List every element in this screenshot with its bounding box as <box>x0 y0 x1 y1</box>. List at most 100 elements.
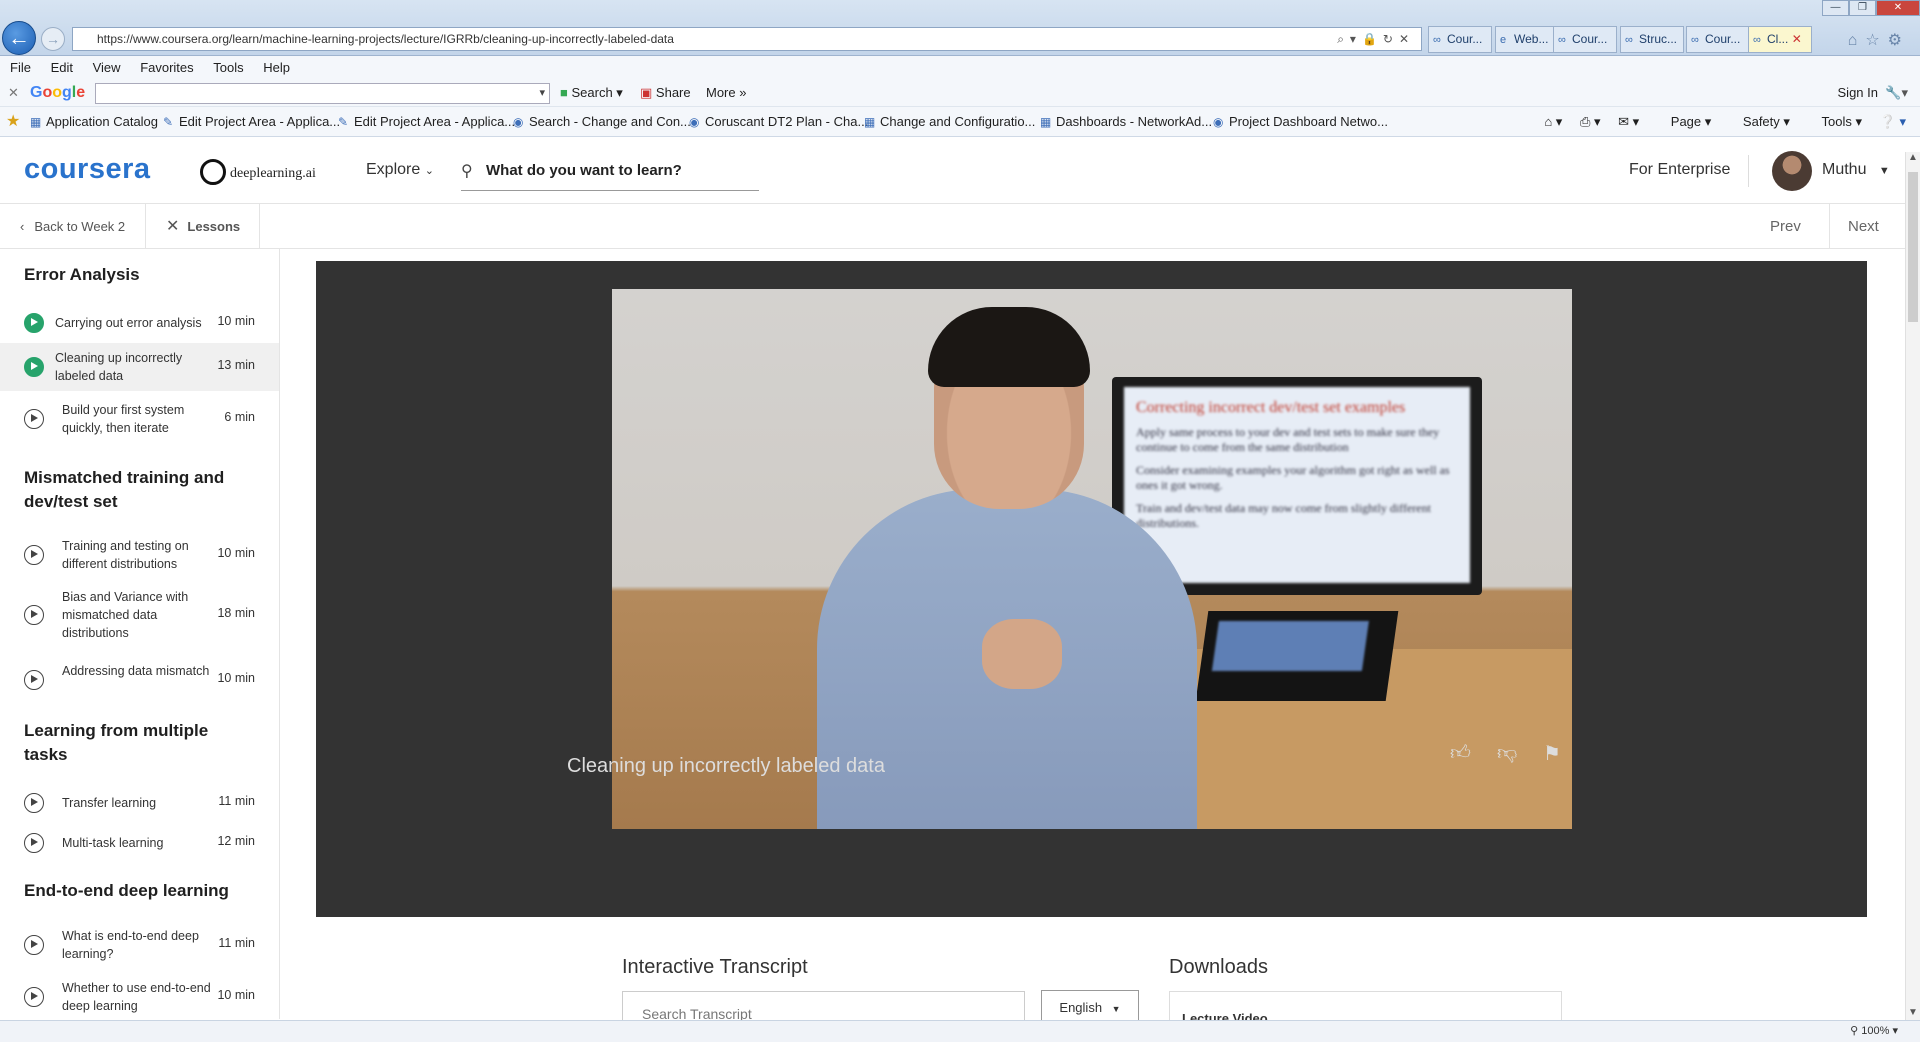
flag-icon[interactable]: ⚑ <box>1543 741 1561 766</box>
page-menu[interactable]: Page ▾ <box>1657 114 1712 129</box>
tab-close-icon[interactable]: ✕ <box>1792 32 1802 46</box>
caret-down-icon: ▼ <box>1111 1004 1121 1014</box>
downloads-heading: Downloads <box>1169 956 1268 978</box>
google-search-input[interactable] <box>95 83 550 104</box>
settings-gear-icon[interactable]: ⚙ <box>1888 32 1910 49</box>
prev-button[interactable]: Prev <box>1770 204 1830 249</box>
google-more-button[interactable]: More » <box>706 79 746 107</box>
lesson-duration: 10 min <box>217 988 255 1002</box>
tab-favicon-icon: ∞ <box>1433 34 1441 46</box>
browser-forward-button[interactable]: → <box>41 27 65 51</box>
video-title: Cleaning up incorrectly labeled data <box>567 755 885 777</box>
menu-view[interactable]: View <box>93 60 121 75</box>
google-sign-in[interactable]: Sign In <box>1838 79 1878 107</box>
slide-bullet: Consider examining examples your algorit… <box>1136 463 1450 492</box>
address-bar-icons[interactable]: ⌕▾🔒↻✕ <box>1337 28 1415 50</box>
safety-menu[interactable]: Safety ▾ <box>1729 114 1790 129</box>
browser-tab[interactable]: e Web... <box>1495 26 1559 53</box>
maximize-icon[interactable]: ❐ <box>1849 0 1876 16</box>
lesson-item[interactable]: Carrying out error analysis 10 min <box>0 303 279 343</box>
lesson-item-active[interactable]: Cleaning up incorrectly labeled data 13 … <box>0 343 279 391</box>
back-to-week-link[interactable]: ‹ Back to Week 2 <box>20 204 146 249</box>
play-circle-icon <box>24 987 44 1007</box>
browser-title-bar: ← → https://www.coursera.org/learn/machi… <box>0 0 1920 56</box>
zoom-level[interactable]: ⚲ 100% ▾ <box>1850 1021 1898 1042</box>
browser-tab[interactable]: ∞ Cour... <box>1686 26 1750 53</box>
page-icon: ▦ <box>864 115 876 129</box>
avatar[interactable] <box>1772 151 1812 191</box>
lesson-item[interactable]: Training and testing on different distri… <box>0 531 279 579</box>
site-header: coursera deeplearning.ai Explore ⌄ ⚲ For… <box>0 139 1905 204</box>
favorite-link[interactable]: ◉ Project Dashboard Netwo... <box>1213 107 1388 137</box>
globe-icon: ◉ <box>513 115 524 129</box>
favorite-link[interactable]: ✎ Edit Project Area - Applica... <box>338 107 515 137</box>
browser-tab[interactable]: ∞ Cour... <box>1428 26 1492 53</box>
deeplearning-ai-logo[interactable]: deeplearning.ai <box>200 159 316 187</box>
lesson-item[interactable]: Build your first system quickly, then it… <box>0 395 279 443</box>
minimize-icon[interactable]: — <box>1822 0 1849 16</box>
menu-help[interactable]: Help <box>263 60 290 75</box>
favorite-link[interactable]: ▦ Dashboards - NetworkAd... <box>1040 107 1212 137</box>
catalog-search-input[interactable] <box>486 157 756 183</box>
page-icon: ✎ <box>338 115 349 129</box>
lesson-title: Training and testing on different distri… <box>62 539 189 571</box>
browser-tab-active[interactable]: ∞ Cl... ✕ <box>1748 26 1812 53</box>
scroll-up-icon[interactable]: ▲ <box>1908 152 1918 163</box>
google-logo: Google <box>30 84 86 101</box>
lesson-item[interactable]: Whether to use end-to-end deep learning … <box>0 973 279 1019</box>
lecture-video[interactable]: Correcting incorrect dev/test set exampl… <box>612 289 1572 829</box>
scroll-down-icon[interactable]: ▼ <box>1908 1007 1918 1018</box>
menu-edit[interactable]: Edit <box>51 60 73 75</box>
next-button[interactable]: Next <box>1848 204 1879 249</box>
help-icon[interactable]: ❔ ▾ <box>1880 114 1906 129</box>
favorites-star-icon[interactable]: ☆ <box>1865 32 1887 49</box>
thumbs-up-icon[interactable]: 👍︎ <box>1450 741 1471 765</box>
close-toolbar-icon[interactable]: ✕ <box>8 79 19 107</box>
lesson-item[interactable]: What is end-to-end deep learning? 11 min <box>0 921 279 969</box>
browser-tab[interactable]: ∞ Struc... <box>1620 26 1684 53</box>
google-search-button[interactable]: ■ Search ▾ <box>560 79 623 107</box>
lesson-item[interactable]: Transfer learning 11 min <box>0 783 279 823</box>
presenter-hair <box>928 307 1090 387</box>
lessons-toggle-button[interactable]: ✕ Lessons <box>166 204 260 249</box>
scroll-thumb[interactable] <box>1908 172 1918 322</box>
favorite-link[interactable]: ◉ Search - Change and Con... <box>513 107 691 137</box>
wrench-icon[interactable]: 🔧▾ <box>1885 79 1908 107</box>
share-icon: ▣ <box>640 85 653 100</box>
coursera-logo[interactable]: coursera <box>24 153 151 186</box>
for-enterprise-link[interactable]: For Enterprise <box>1629 161 1730 179</box>
favorite-link[interactable]: ▦ Change and Configuratio... <box>864 107 1035 137</box>
browser-back-button[interactable]: ← <box>2 21 36 55</box>
read-mail-icon[interactable]: ✉ ▾ <box>1618 114 1639 129</box>
print-icon[interactable]: ⎙ ▾ <box>1580 114 1601 129</box>
lesson-item[interactable]: Bias and Variance with mismatched data d… <box>0 583 279 647</box>
menu-file[interactable]: File <box>10 60 31 75</box>
lesson-duration: 10 min <box>217 314 255 328</box>
home-icon[interactable]: ⌂ ▾ <box>1544 114 1562 129</box>
slide-bullet: Train and dev/test data may now come fro… <box>1136 501 1431 530</box>
favorite-link[interactable]: ◉ Coruscant DT2 Plan - Cha... <box>689 107 868 137</box>
address-bar[interactable]: https://www.coursera.org/learn/machine-l… <box>72 27 1422 51</box>
user-menu[interactable]: Muthu ▼ <box>1822 161 1890 179</box>
menu-favorites[interactable]: Favorites <box>140 60 193 75</box>
menu-tools[interactable]: Tools <box>213 60 243 75</box>
window-close-icon[interactable]: ✕ <box>1876 0 1920 16</box>
thumbs-down-icon[interactable]: 👎︎ <box>1497 741 1517 765</box>
lesson-duration: 10 min <box>217 671 255 685</box>
favorites-add-icon[interactable]: ★ <box>6 107 20 137</box>
tools-menu[interactable]: Tools ▾ <box>1808 114 1863 129</box>
search-icon[interactable]: ⚲ <box>461 161 473 181</box>
close-icon: ✕ <box>166 218 180 235</box>
favorite-link[interactable]: ✎ Edit Project Area - Applica... <box>163 107 340 137</box>
lesson-title: Bias and Variance with mismatched data d… <box>62 590 189 640</box>
google-share-button[interactable]: ▣ Share <box>640 79 691 107</box>
home-icon[interactable]: ⌂ <box>1848 32 1866 49</box>
lesson-title: Addressing data mismatch <box>62 664 210 678</box>
page-scrollbar[interactable]: ▲ ▼ <box>1905 152 1920 1020</box>
lesson-item[interactable]: Addressing data mismatch 10 min <box>0 656 279 704</box>
explore-menu[interactable]: Explore ⌄ <box>366 161 434 179</box>
lesson-title: Multi-task learning <box>62 836 164 850</box>
favorite-link[interactable]: ▦ Application Catalog <box>30 107 158 137</box>
browser-tab[interactable]: ∞ Cour... <box>1553 26 1617 53</box>
lesson-item[interactable]: Multi-task learning 12 min <box>0 823 279 863</box>
